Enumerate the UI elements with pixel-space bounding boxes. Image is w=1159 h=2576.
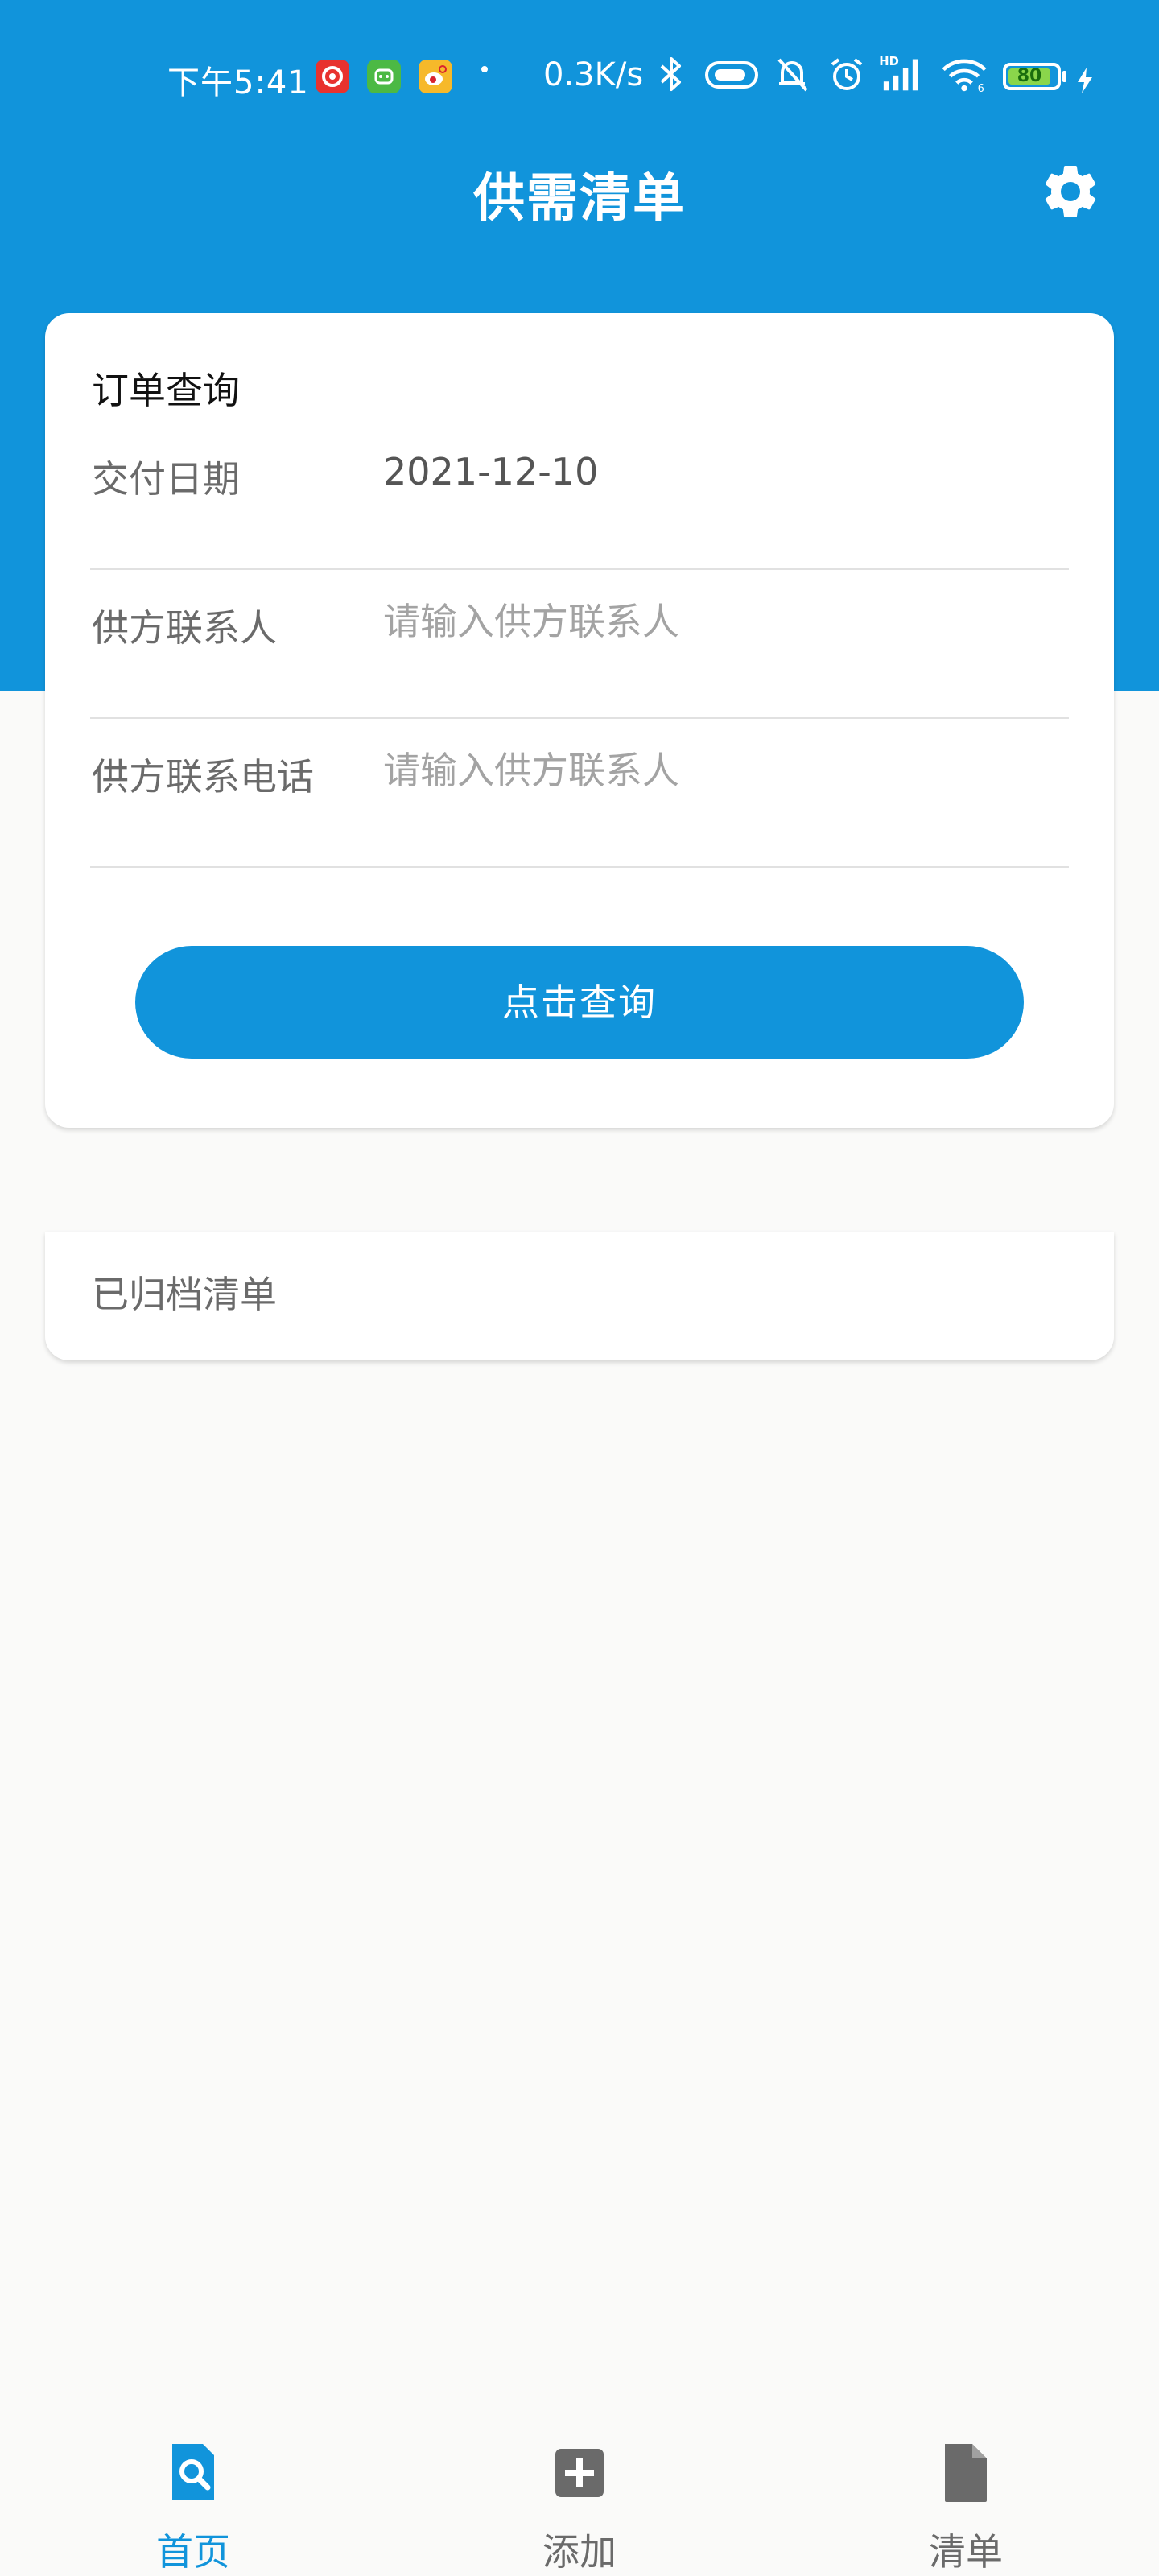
order-query-card: 订单查询 交付日期 2021-12-10 供方联系人 供方联系电话 点击查询	[45, 313, 1114, 1128]
delivery-date-row[interactable]: 交付日期 2021-12-10	[90, 419, 1069, 570]
archived-list-card[interactable]: 已归档清单	[45, 1232, 1114, 1360]
battery-level: 80	[1008, 68, 1050, 85]
notification-dot	[481, 66, 488, 72]
query-button[interactable]: 点击查询	[135, 946, 1024, 1059]
tab-add[interactable]: 添加	[483, 2423, 676, 2576]
bluetooth-icon	[660, 57, 681, 91]
wifi-icon: 6	[942, 59, 987, 93]
gear-icon	[1045, 165, 1096, 217]
supplier-phone-row: 供方联系电话	[90, 717, 1069, 868]
svg-text:6: 6	[978, 83, 984, 93]
network-speed: 0.3K/s	[543, 56, 644, 93]
mute-bell-icon	[777, 58, 808, 92]
document-icon	[945, 2444, 987, 2502]
card-title: 订单查询	[92, 369, 240, 412]
settings-button[interactable]	[1038, 159, 1103, 224]
supplier-contact-label: 供方联系人	[92, 606, 277, 650]
delivery-date-value[interactable]: 2021-12-10	[383, 450, 598, 493]
nfc-icon	[705, 61, 758, 89]
plus-box-icon	[555, 2449, 604, 2497]
archived-list-label: 已归档清单	[92, 1273, 277, 1316]
search-doc-icon	[172, 2444, 214, 2500]
tab-add-label: 添加	[542, 2530, 617, 2574]
battery-tip	[1062, 71, 1066, 82]
supplier-phone-label: 供方联系电话	[92, 755, 314, 799]
tab-home-label: 首页	[156, 2530, 230, 2574]
tab-list[interactable]: 清单	[869, 2423, 1062, 2576]
tab-list-label: 清单	[929, 2530, 1003, 2574]
supplier-phone-input[interactable]	[383, 738, 1043, 803]
svg-text:HD: HD	[879, 55, 899, 68]
status-bar: 下午5:41 0.3K/s HD 6 80	[0, 50, 1159, 106]
delivery-date-label: 交付日期	[92, 457, 240, 501]
tab-home[interactable]: 首页	[97, 2423, 290, 2576]
status-time: 下午5:41	[167, 64, 309, 101]
alarm-icon	[831, 58, 863, 90]
weibo-icon	[419, 60, 452, 93]
battery-icon: 80	[1003, 63, 1061, 90]
hd-signal-icon: HD	[879, 55, 918, 91]
supplier-contact-input[interactable]	[383, 589, 1043, 654]
charging-icon	[1078, 68, 1092, 93]
netease-music-icon	[316, 60, 349, 93]
page-title: 供需清单	[473, 169, 686, 229]
supplier-contact-row: 供方联系人	[90, 568, 1069, 719]
bottom-tab-bar: 首页 添加 清单	[0, 2423, 1159, 2576]
wechat-mini-icon	[367, 60, 401, 93]
